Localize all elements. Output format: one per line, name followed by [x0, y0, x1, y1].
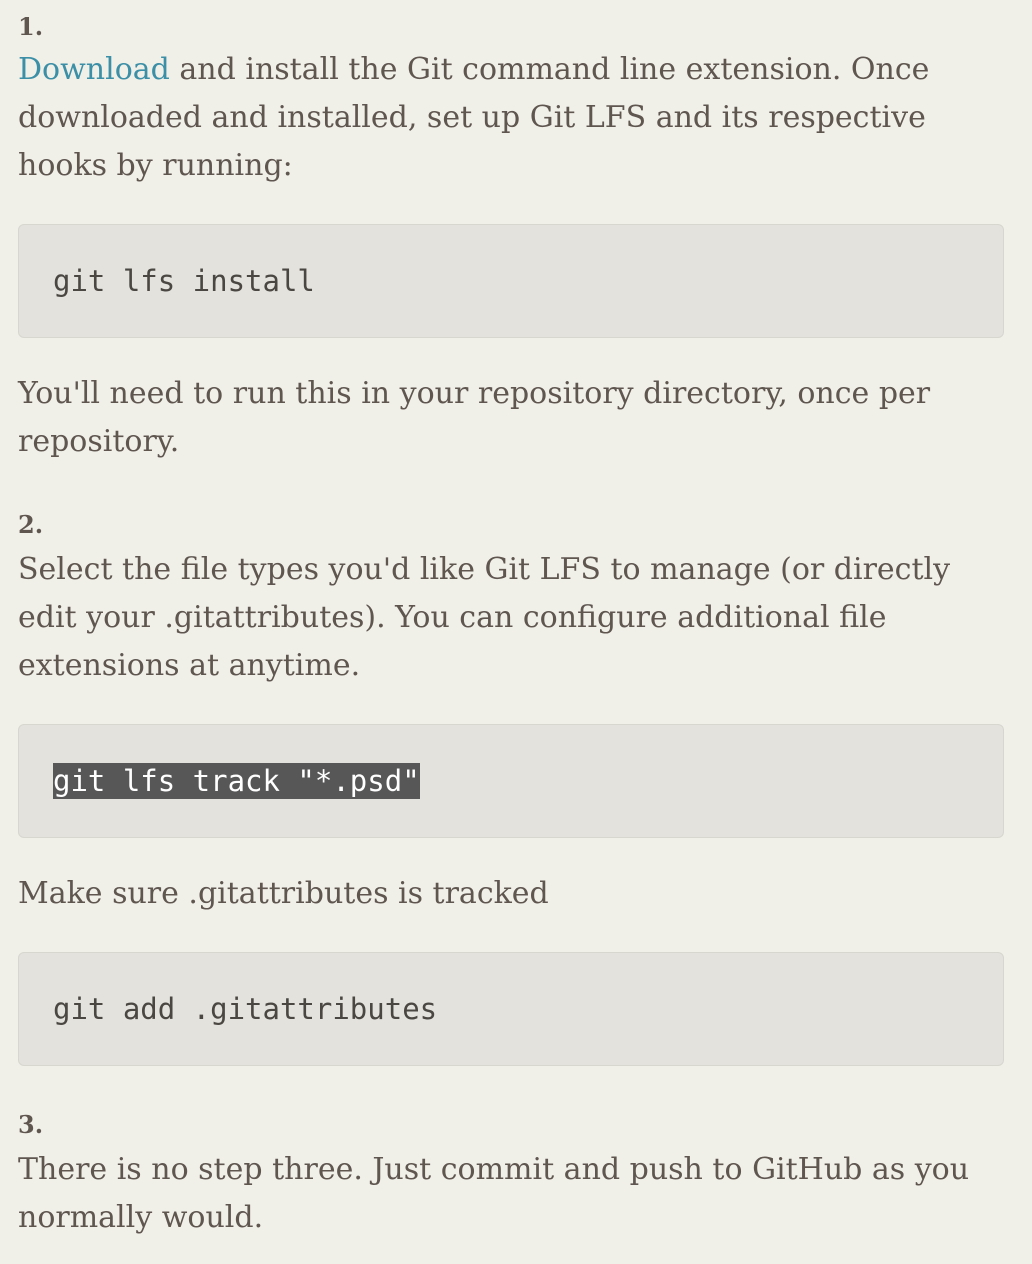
code-block-lfs-install: git lfs install: [18, 224, 1004, 338]
step-1-number: 1.: [18, 12, 44, 41]
step-2-number: 2.: [18, 510, 44, 539]
code-block-lfs-track: git lfs track "*.psd": [18, 724, 1004, 838]
code-lfs-install[interactable]: git lfs install: [53, 263, 315, 299]
code-block-git-add: git add .gitattributes: [18, 952, 1004, 1066]
step-3-text: There is no step three. Just commit and …: [18, 1152, 970, 1235]
code-lfs-track[interactable]: git lfs track "*.psd": [53, 763, 420, 799]
code-git-add[interactable]: git add .gitattributes: [53, 991, 437, 1027]
step-2-note: Make sure .gitattributes is tracked: [18, 876, 549, 911]
step-2-text: Select the file types you'd like Git LFS…: [18, 552, 951, 683]
step-1-note: You'll need to run this in your reposito…: [18, 376, 931, 459]
step-3-number: 3.: [18, 1110, 44, 1139]
step-1-text: Download and install the Git command lin…: [18, 46, 1006, 190]
download-link[interactable]: Download: [18, 52, 170, 87]
